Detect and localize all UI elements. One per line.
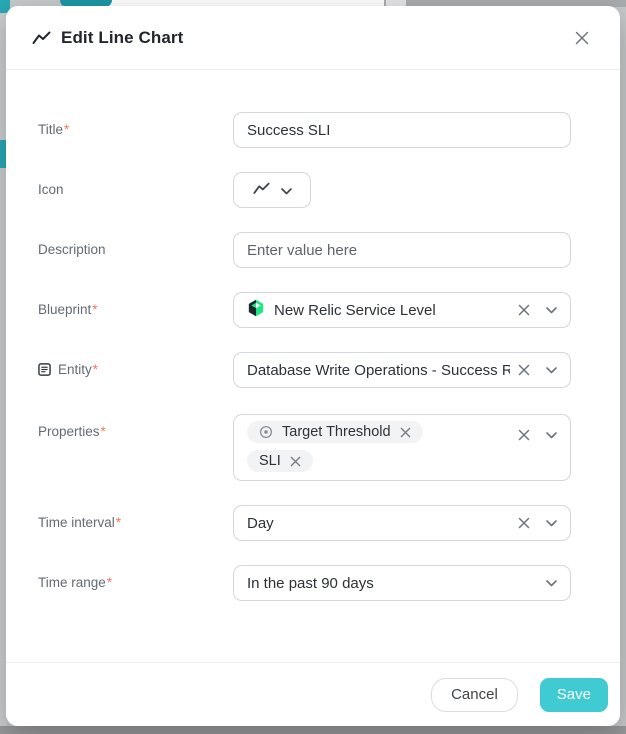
field-row-blueprint: Blueprint* New Relic Service Level — [38, 292, 594, 328]
modal-body: Title* Icon — [6, 70, 620, 601]
field-row-icon: Icon — [38, 172, 594, 208]
entity-icon — [38, 354, 51, 390]
edit-line-chart-modal: Edit Line Chart Title* Icon — [6, 6, 620, 726]
chip-remove-icon[interactable] — [290, 456, 301, 467]
entity-select[interactable]: Database Write Operations - Success R — [233, 352, 571, 388]
entity-label: Entity* — [38, 352, 233, 390]
modal-title: Edit Line Chart — [61, 28, 183, 48]
title-input[interactable] — [233, 112, 571, 148]
field-row-time-interval: Time interval* Day — [38, 505, 594, 541]
field-row-time-range: Time range* In the past 90 days — [38, 565, 594, 601]
clear-icon[interactable] — [518, 364, 530, 376]
blueprint-select[interactable]: New Relic Service Level — [233, 292, 571, 328]
chip-sli: SLI — [247, 450, 313, 472]
chevron-down-icon[interactable] — [546, 307, 557, 314]
properties-label: Properties* — [38, 414, 233, 450]
chip-label: Target Threshold — [282, 424, 391, 440]
chip-label: SLI — [259, 453, 281, 469]
chevron-down-icon — [281, 183, 292, 198]
chevron-down-icon[interactable] — [546, 367, 557, 374]
properties-select[interactable]: Target Threshold SLI — [233, 414, 571, 481]
field-row-properties: Properties* Target Threshold — [38, 414, 594, 481]
close-icon[interactable] — [570, 26, 594, 50]
required-asterisk: * — [116, 515, 121, 530]
save-button[interactable]: Save — [540, 678, 608, 712]
chip-remove-icon[interactable] — [400, 427, 411, 438]
field-row-entity: Entity* Database Write Operations - Succ… — [38, 352, 594, 390]
target-icon — [259, 425, 273, 439]
title-label: Title* — [38, 112, 233, 148]
time-interval-select[interactable]: Day — [233, 505, 571, 541]
chevron-down-icon[interactable] — [546, 432, 557, 439]
field-row-description: Description — [38, 232, 594, 268]
line-chart-icon — [32, 31, 51, 45]
chip-target-threshold: Target Threshold — [247, 421, 423, 443]
blueprint-label: Blueprint* — [38, 292, 233, 328]
clear-icon[interactable] — [518, 429, 530, 441]
modal-header: Edit Line Chart — [6, 6, 620, 70]
blueprint-value: New Relic Service Level — [274, 302, 436, 319]
time-range-value: In the past 90 days — [247, 575, 538, 592]
backdrop-bottom-bar — [0, 726, 626, 734]
time-range-label: Time range* — [38, 565, 233, 601]
required-asterisk: * — [92, 302, 97, 317]
time-interval-value: Day — [247, 515, 510, 532]
clear-icon[interactable] — [518, 304, 530, 316]
time-interval-label: Time interval* — [38, 505, 233, 541]
chevron-down-icon[interactable] — [546, 520, 557, 527]
required-asterisk: * — [93, 362, 98, 377]
field-row-title: Title* — [38, 112, 594, 148]
cancel-button[interactable]: Cancel — [431, 678, 518, 712]
required-asterisk: * — [107, 575, 112, 590]
line-chart-icon — [253, 182, 270, 198]
modal-footer: Cancel Save — [6, 662, 620, 726]
chevron-down-icon[interactable] — [546, 580, 557, 587]
icon-picker-button[interactable] — [233, 172, 311, 208]
required-asterisk: * — [64, 122, 69, 137]
entity-value: Database Write Operations - Success R — [247, 362, 510, 379]
new-relic-icon — [247, 299, 265, 321]
time-range-select[interactable]: In the past 90 days — [233, 565, 571, 601]
required-asterisk: * — [101, 424, 106, 439]
description-input[interactable] — [233, 232, 571, 268]
description-label: Description — [38, 232, 233, 268]
icon-label: Icon — [38, 172, 233, 208]
clear-icon[interactable] — [518, 517, 530, 529]
